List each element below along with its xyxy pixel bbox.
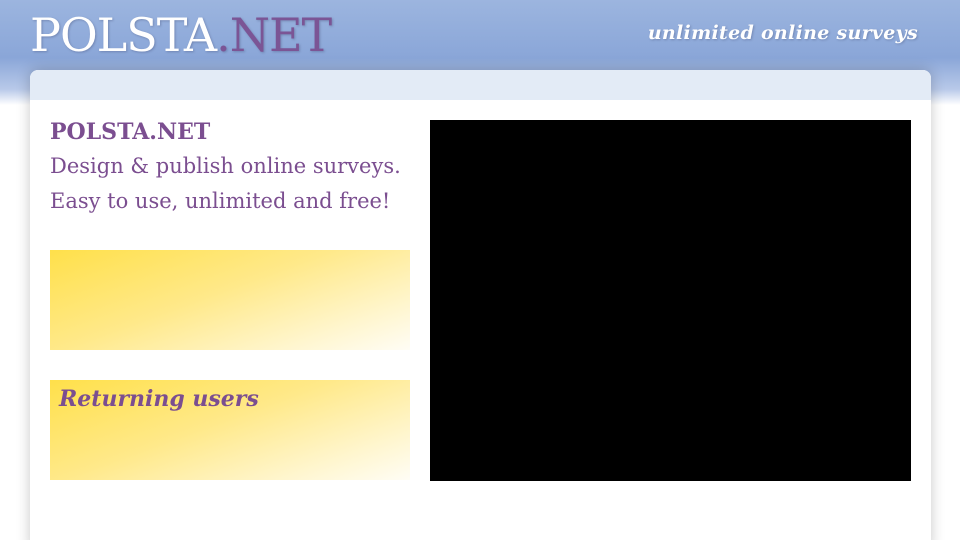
logo-main-text: POLSTA [30,8,217,62]
returning-users-heading: Returning users [59,386,259,412]
returning-users-box[interactable]: Returning users [50,380,410,480]
intro-title: POLSTA.NET [50,119,211,145]
video-player[interactable] [430,120,911,481]
site-logo[interactable]: POLSTA.NET [30,7,332,63]
new-user-box[interactable] [50,250,410,350]
intro-subline: Easy to use, unlimited and free! [50,189,391,213]
card-top-strip [30,70,931,100]
site-tagline: unlimited online surveys [647,22,918,44]
intro-description: Design & publish online surveys. [50,154,401,178]
logo-accent-text: .NET [216,8,332,62]
